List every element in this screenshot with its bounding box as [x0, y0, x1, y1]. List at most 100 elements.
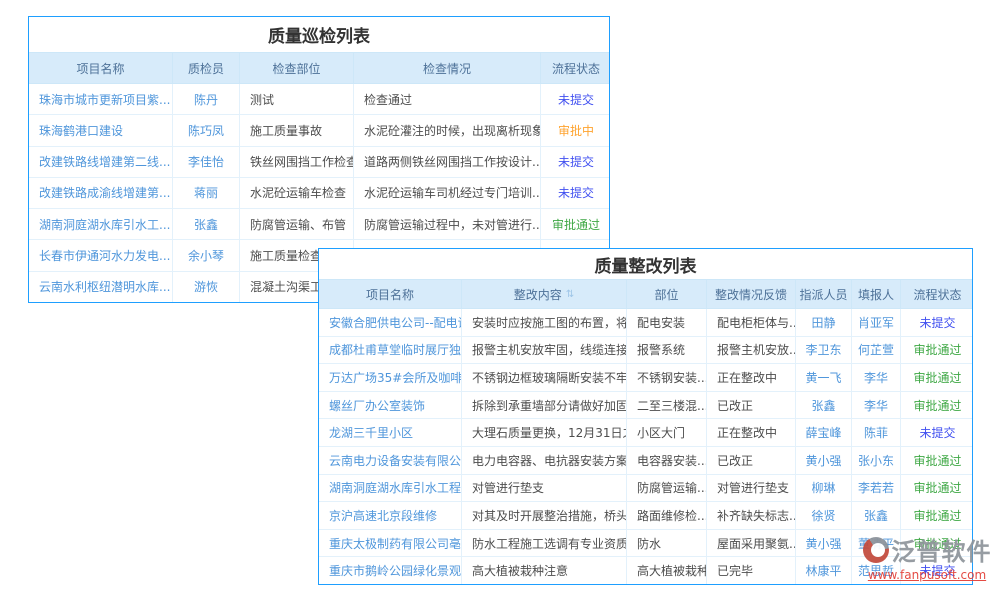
cell-content: 不锈钢边框玻璃隔断安装不牢... [462, 364, 627, 391]
cell-inspector[interactable]: 陈丹 [173, 84, 240, 114]
cell-project[interactable]: 成都杜甫草堂临时展厅独立展... [319, 337, 462, 364]
cell-reporter[interactable]: 张小东 [852, 447, 901, 474]
cell-feedback: 补齐缺失标志... [707, 502, 796, 529]
cell-project[interactable]: 龙湖三千里小区 [319, 419, 462, 446]
cell-part: 防腐管运输... [627, 475, 707, 502]
col-header-assignee: 指派人员 [796, 280, 852, 308]
cell-status: 审批通过 [901, 392, 974, 419]
col-header-part: 部位 [627, 280, 707, 308]
cell-feedback: 屋面采用聚氨... [707, 530, 796, 557]
cell-part: 防水 [627, 530, 707, 557]
col-header-status: 流程状态 [901, 280, 974, 308]
cell-assignee[interactable]: 张鑫 [796, 392, 852, 419]
cell-location: 铁丝网围挡工作检查 [240, 147, 354, 177]
cell-assignee[interactable]: 黄一飞 [796, 364, 852, 391]
cell-location: 水泥砼运输车检查 [240, 178, 354, 208]
cell-feedback: 正在整改中 [707, 364, 796, 391]
cell-assignee[interactable]: 林康平 [796, 557, 852, 584]
col-header-content[interactable]: 整改内容⇅ [462, 280, 627, 308]
watermark-logo: 泛普软件 www.fanpusoft.com [856, 532, 998, 582]
table-row: 成都杜甫草堂临时展厅独立展...报警主机安放牢固，线缆连接...报警系统报警主机… [319, 337, 972, 365]
cell-project[interactable]: 重庆市鹅岭公园绿化景观提升... [319, 557, 462, 584]
cell-content: 高大植被栽种注意 [462, 557, 627, 584]
cell-project[interactable]: 螺丝厂办公室装饰 [319, 392, 462, 419]
table-row: 万达广场35#会所及咖啡厅空...不锈钢边框玻璃隔断安装不牢...不锈钢安装..… [319, 364, 972, 392]
cell-project[interactable]: 重庆太极制药有限公司亳州中... [319, 530, 462, 557]
cell-status: 审批通过 [901, 337, 974, 364]
cell-status: 审批通过 [901, 447, 974, 474]
col-header-feedback: 整改情况反馈 [707, 280, 796, 308]
cell-project[interactable]: 改建铁路线增建第二线... [29, 147, 173, 177]
cell-project[interactable]: 湖南洞庭湖水库引水工程施工I标 [319, 475, 462, 502]
watermark-brand: 泛普软件 [892, 532, 992, 567]
cell-status: 未提交 [901, 309, 974, 336]
cell-reporter[interactable]: 张鑫 [852, 502, 901, 529]
cell-project[interactable]: 安徽合肥供电公司--配电设备... [319, 309, 462, 336]
cell-situation: 防腐管运输过程中，未对管进行... [354, 209, 541, 239]
sort-icon[interactable]: ⇅ [566, 289, 574, 300]
cell-inspector[interactable]: 蒋丽 [173, 178, 240, 208]
cell-project[interactable]: 云南电力设备安装有限公司20... [319, 447, 462, 474]
cell-content: 防水工程施工选调有专业资质... [462, 530, 627, 557]
cell-status: 审批中 [541, 115, 611, 145]
cell-content: 对管进行垫支 [462, 475, 627, 502]
rectification-table-title: 质量整改列表 [319, 249, 972, 280]
cell-part: 电容器安装... [627, 447, 707, 474]
cell-inspector[interactable]: 陈巧凤 [173, 115, 240, 145]
inspection-table-title: 质量巡检列表 [29, 17, 609, 53]
cell-project[interactable]: 改建铁路成渝线增建第... [29, 178, 173, 208]
cell-inspector[interactable]: 余小琴 [173, 240, 240, 270]
cell-reporter[interactable]: 何芷萱 [852, 337, 901, 364]
cell-inspector[interactable]: 张鑫 [173, 209, 240, 239]
cell-content: 电力电容器、电抗器安装方案,... [462, 447, 627, 474]
cell-part: 不锈钢安装... [627, 364, 707, 391]
cell-project[interactable]: 云南水利枢纽潜明水库... [29, 272, 173, 302]
cell-part: 二至三楼混... [627, 392, 707, 419]
cell-status: 未提交 [541, 147, 611, 177]
cell-feedback: 已完毕 [707, 557, 796, 584]
cell-part: 路面维修检... [627, 502, 707, 529]
table-row: 云南电力设备安装有限公司20...电力电容器、电抗器安装方案,...电容器安装.… [319, 447, 972, 475]
cell-project[interactable]: 珠海鹤港口建设 [29, 115, 173, 145]
cell-assignee[interactable]: 徐贤 [796, 502, 852, 529]
table-row: 安徽合肥供电公司--配电设备...安装时应按施工图的布置，将...配电安装配电柜… [319, 309, 972, 337]
cell-content: 安装时应按施工图的布置，将... [462, 309, 627, 336]
cell-status: 未提交 [541, 178, 611, 208]
cell-assignee[interactable]: 薛宝峰 [796, 419, 852, 446]
fanpu-logo-icon [863, 537, 889, 563]
cell-situation: 道路两侧铁丝网围挡工作按设计... [354, 147, 541, 177]
cell-situation: 水泥砼运输车司机经过专门培训... [354, 178, 541, 208]
col-header-status: 流程状态 [541, 53, 611, 83]
cell-reporter[interactable]: 李若若 [852, 475, 901, 502]
cell-status: 未提交 [541, 84, 611, 114]
cell-feedback: 正在整改中 [707, 419, 796, 446]
cell-project[interactable]: 万达广场35#会所及咖啡厅空... [319, 364, 462, 391]
cell-status: 未提交 [901, 419, 974, 446]
cell-location: 测试 [240, 84, 354, 114]
cell-reporter[interactable]: 陈菲 [852, 419, 901, 446]
cell-project[interactable]: 珠海市城市更新项目紫... [29, 84, 173, 114]
cell-project[interactable]: 长春市伊通河水力发电... [29, 240, 173, 270]
cell-inspector[interactable]: 李佳怡 [173, 147, 240, 177]
cell-feedback: 对管进行垫支 [707, 475, 796, 502]
cell-content: 对其及时开展整治措施，桥头... [462, 502, 627, 529]
cell-reporter[interactable]: 肖亚军 [852, 309, 901, 336]
cell-part: 配电安装 [627, 309, 707, 336]
cell-reporter[interactable]: 李华 [852, 392, 901, 419]
cell-project[interactable]: 京沪高速北京段维修 [319, 502, 462, 529]
cell-assignee[interactable]: 田静 [796, 309, 852, 336]
cell-part: 高大植被栽种 [627, 557, 707, 584]
cell-assignee[interactable]: 黄小强 [796, 530, 852, 557]
cell-situation: 水泥砼灌注的时候，出现离析现象 [354, 115, 541, 145]
cell-location: 防腐管运输、布管 [240, 209, 354, 239]
col-header-project: 项目名称 [319, 280, 462, 308]
cell-assignee[interactable]: 黄小强 [796, 447, 852, 474]
cell-feedback: 报警主机安放... [707, 337, 796, 364]
watermark-url[interactable]: www.fanpusoft.com [856, 568, 998, 582]
cell-assignee[interactable]: 柳琳 [796, 475, 852, 502]
cell-assignee[interactable]: 李卫东 [796, 337, 852, 364]
cell-status: 审批通过 [901, 502, 974, 529]
cell-reporter[interactable]: 李华 [852, 364, 901, 391]
cell-project[interactable]: 湖南洞庭湖水库引水工... [29, 209, 173, 239]
cell-inspector[interactable]: 游恢 [173, 272, 240, 302]
